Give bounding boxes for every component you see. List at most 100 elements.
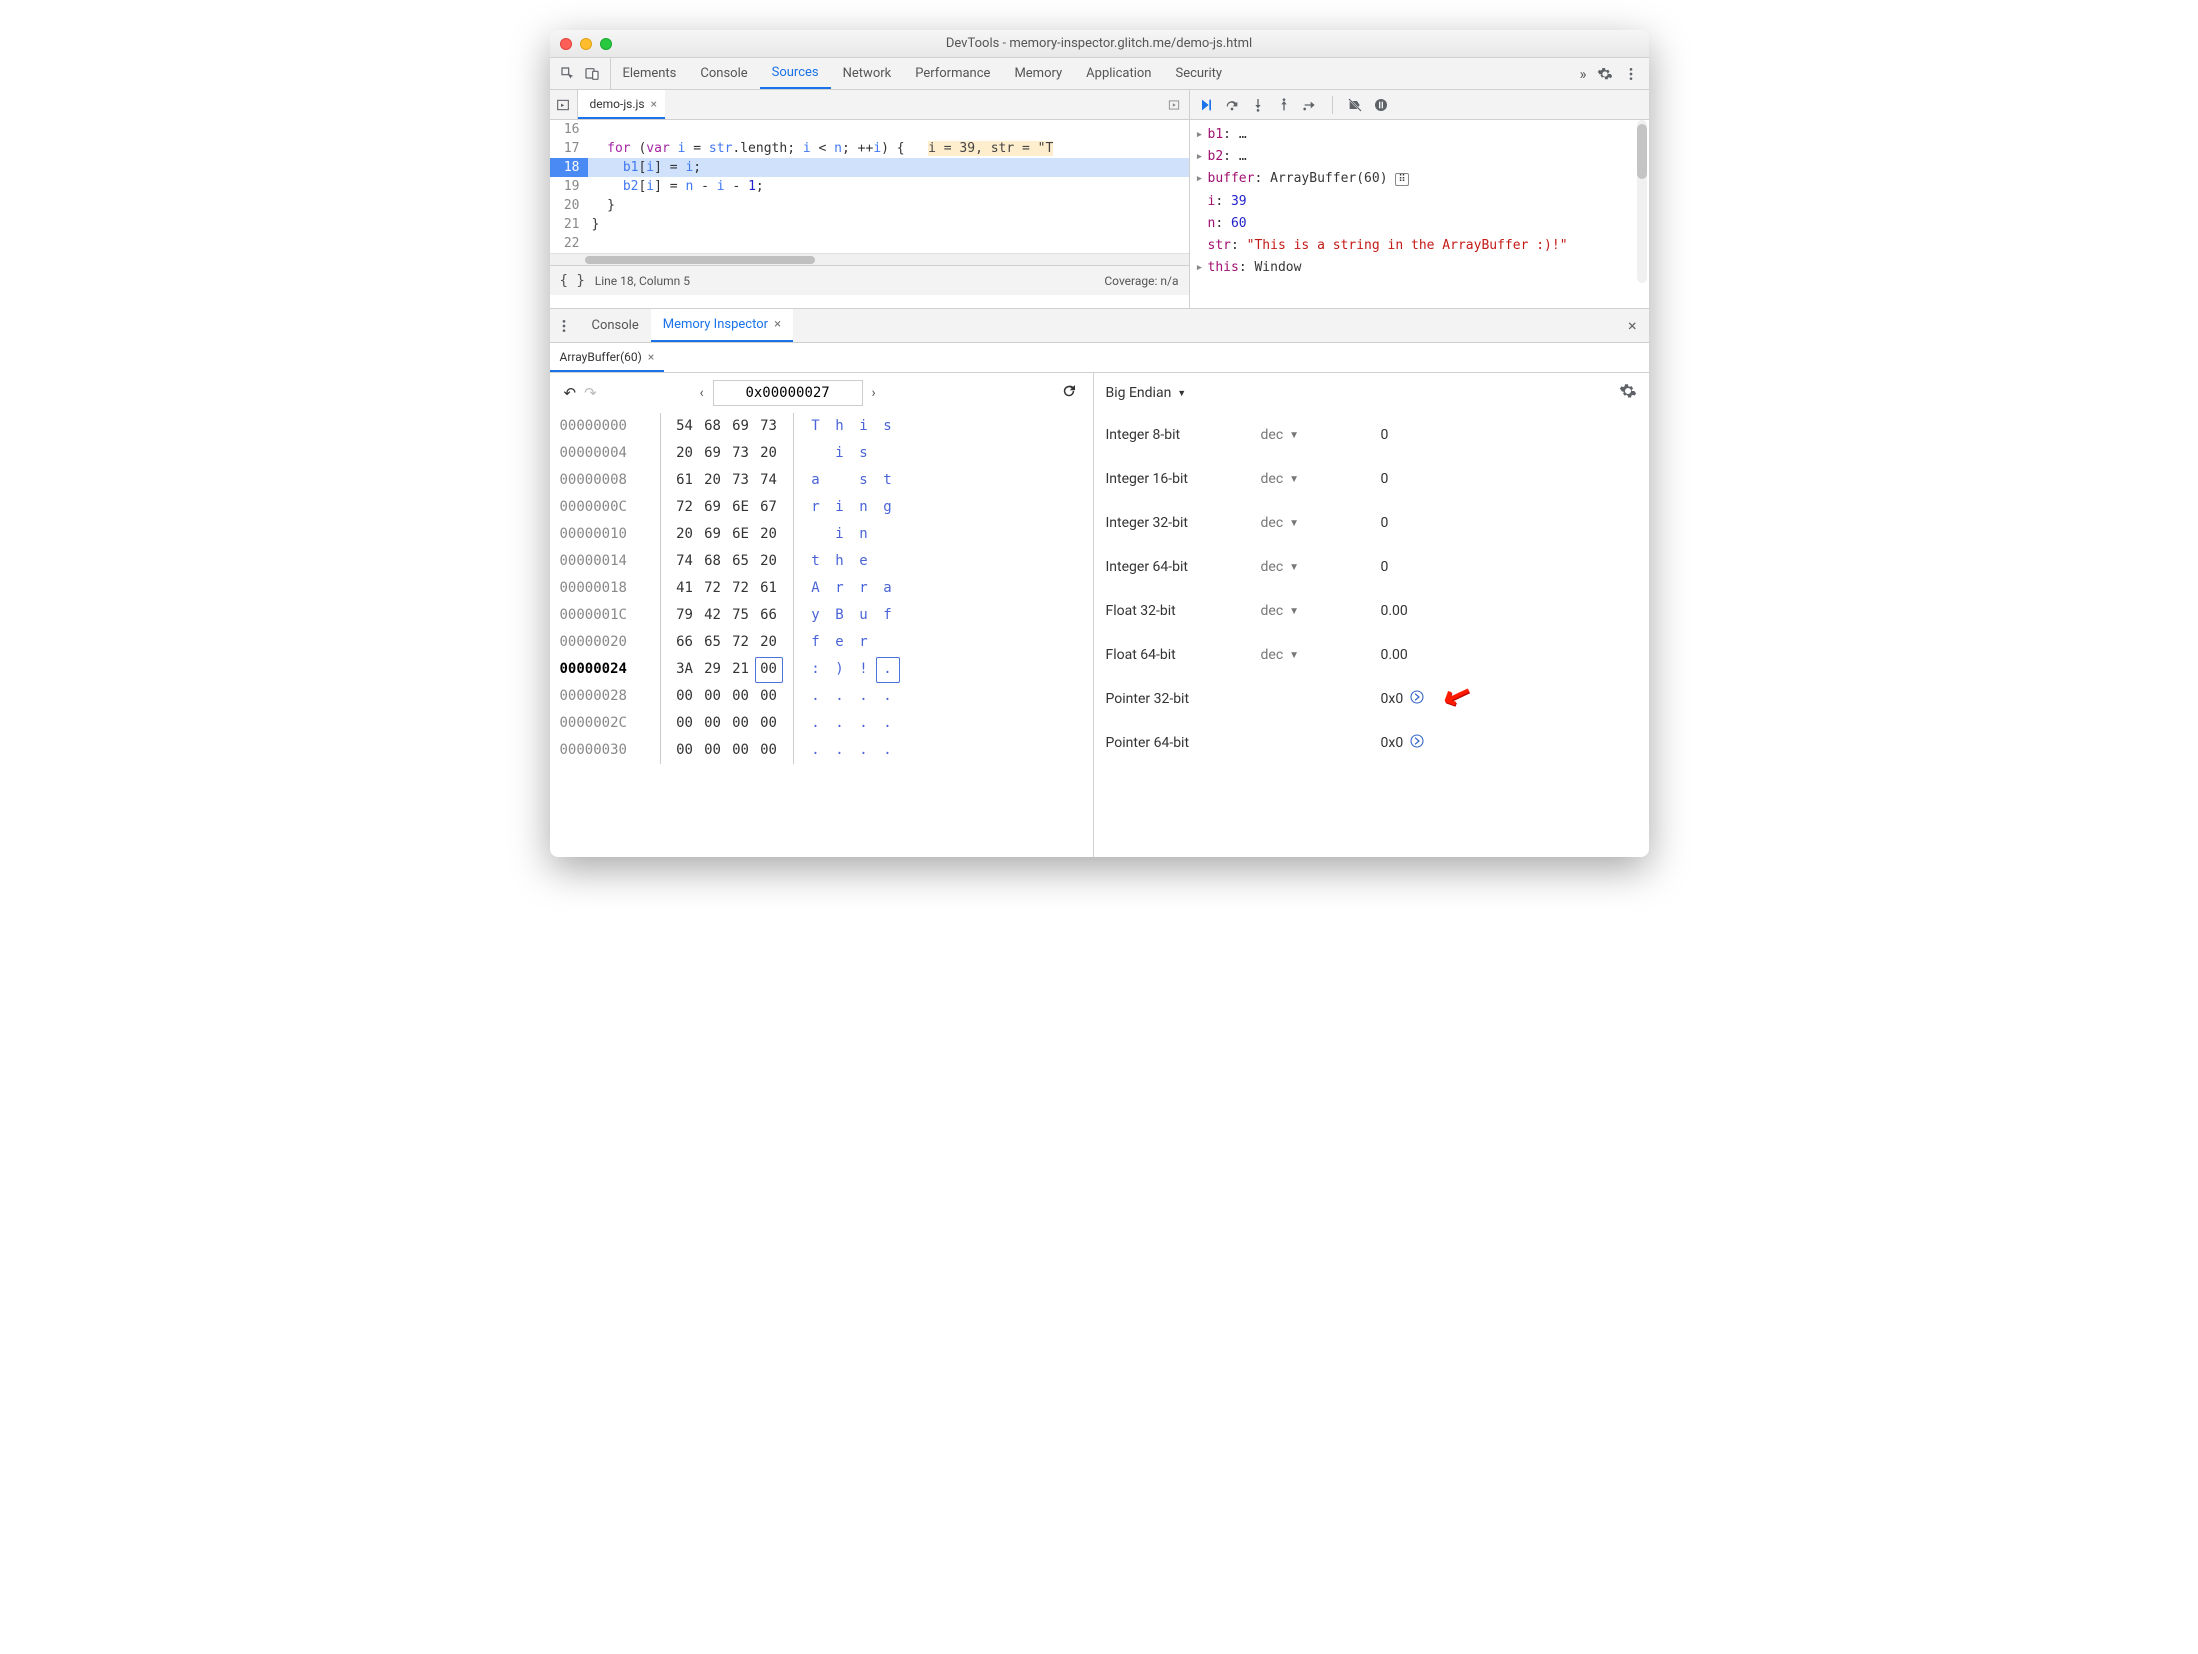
ascii-byte[interactable]: h [828,548,852,575]
run-snippet-icon[interactable] [1159,98,1189,112]
navigator-toggle-icon[interactable] [550,90,578,119]
ascii-byte[interactable]: ! [852,656,876,683]
inspect-icon[interactable] [560,66,576,82]
gutter-line[interactable]: 22 [550,234,588,253]
hex-byte[interactable]: 54 [671,413,699,440]
hex-byte[interactable]: 20 [755,629,783,656]
ascii-byte[interactable] [876,548,900,575]
pause-exceptions-icon[interactable] [1373,97,1389,113]
pretty-print-icon[interactable]: { } [560,273,585,289]
code-line[interactable]: } [588,196,1189,215]
endianness-select[interactable]: Big Endian ▼ [1106,385,1187,401]
hex-byte[interactable]: 00 [727,737,755,764]
ascii-byte[interactable]: a [876,575,900,602]
hex-byte[interactable]: 69 [727,413,755,440]
hex-byte[interactable]: 73 [727,467,755,494]
hex-byte[interactable]: 61 [671,467,699,494]
reveal-in-memory-inspector-icon[interactable]: ⠿ [1395,173,1408,186]
ascii-byte[interactable]: ) [828,656,852,683]
gutter-line[interactable]: 19 [550,177,588,196]
ascii-byte[interactable]: . [828,683,852,710]
ascii-byte[interactable]: . [852,710,876,737]
scope-var[interactable]: str: "This is a string in the ArrayBuffe… [1196,235,1645,257]
hex-byte[interactable]: 00 [671,683,699,710]
gutter-line[interactable]: 17 [550,139,588,158]
code-line[interactable]: for (var i = str.length; i < n; ++i) { i… [588,139,1189,158]
ascii-byte[interactable]: e [852,548,876,575]
hex-byte[interactable]: 74 [755,467,783,494]
hex-byte[interactable]: 72 [727,629,755,656]
value-mode-select[interactable]: dec▼ [1261,603,1381,619]
kebab-icon[interactable] [1623,66,1639,82]
jump-to-address-icon[interactable] [1409,733,1425,753]
ascii-byte[interactable]: i [828,494,852,521]
hex-byte[interactable]: 42 [699,602,727,629]
hex-byte[interactable]: 61 [755,575,783,602]
hex-byte[interactable]: 21 [727,656,755,683]
panel-tab-memory[interactable]: Memory [1002,58,1074,89]
panel-tab-sources[interactable]: Sources [760,58,831,89]
hex-byte[interactable]: 00 [727,683,755,710]
value-mode-select[interactable]: dec▼ [1261,427,1381,443]
ascii-byte[interactable]: u [852,602,876,629]
address-input[interactable] [713,380,863,406]
refresh-icon[interactable] [1060,382,1078,404]
scope-var[interactable]: ▸buffer: ArrayBuffer(60) ⠿ [1196,168,1645,191]
hex-byte[interactable]: 79 [671,602,699,629]
ascii-byte[interactable]: . [804,737,828,764]
ascii-byte[interactable]: s [852,440,876,467]
ascii-byte[interactable]: . [876,710,900,737]
hex-byte[interactable]: 20 [671,521,699,548]
ascii-byte[interactable]: B [828,602,852,629]
prev-page-icon[interactable]: ‹ [691,385,713,401]
hex-byte[interactable]: 6E [727,521,755,548]
hex-row[interactable]: 0000003000000000.... [560,737,1083,764]
jump-to-address-icon[interactable] [1409,689,1425,709]
ascii-byte[interactable]: i [828,440,852,467]
hex-byte[interactable]: 6E [727,494,755,521]
file-tab[interactable]: demo-js.js × [578,90,666,119]
hex-byte[interactable]: 29 [699,656,727,683]
history-fwd-icon[interactable]: ↷ [584,384,597,402]
ascii-byte[interactable]: A [804,575,828,602]
ascii-byte[interactable]: e [828,629,852,656]
close-icon[interactable]: × [774,317,781,332]
ascii-byte[interactable]: . [876,737,900,764]
code-line[interactable]: b1[i] = i; [588,158,1189,177]
device-icon[interactable] [584,66,600,82]
ascii-byte[interactable]: f [876,602,900,629]
ascii-byte[interactable]: i [852,413,876,440]
ascii-byte[interactable]: t [876,467,900,494]
settings-icon[interactable] [1619,382,1637,404]
gutter-line[interactable]: 18 [550,158,588,177]
ascii-byte[interactable] [804,440,828,467]
hex-byte[interactable]: 73 [727,440,755,467]
hex-byte[interactable]: 69 [699,494,727,521]
ascii-byte[interactable]: T [804,413,828,440]
hex-byte[interactable]: 00 [699,710,727,737]
hex-byte[interactable]: 00 [755,710,783,737]
scope-var[interactable]: ▸this: Window [1196,257,1645,279]
step-out-icon[interactable] [1276,97,1292,113]
hex-byte[interactable]: 65 [699,629,727,656]
hex-byte[interactable]: 41 [671,575,699,602]
history-back-icon[interactable]: ↶ [564,384,577,402]
hex-row[interactable]: 0000000C72696E67ring [560,494,1083,521]
ascii-byte[interactable] [828,467,852,494]
ascii-byte[interactable]: . [804,710,828,737]
hex-byte[interactable]: 74 [671,548,699,575]
scope-var[interactable]: n: 60 [1196,213,1645,235]
ascii-byte[interactable]: a [804,467,828,494]
hex-row[interactable]: 0000002066657220fer [560,629,1083,656]
ascii-byte[interactable]: t [804,548,828,575]
value-mode-select[interactable]: dec▼ [1261,515,1381,531]
gutter-line[interactable]: 16 [550,120,588,139]
ascii-byte[interactable]: y [804,602,828,629]
ascii-byte[interactable]: h [828,413,852,440]
panel-tab-elements[interactable]: Elements [611,58,689,89]
panel-tab-performance[interactable]: Performance [903,58,1002,89]
hex-byte[interactable]: 66 [755,602,783,629]
ascii-byte[interactable] [876,521,900,548]
hex-byte[interactable]: 20 [671,440,699,467]
vertical-scrollbar[interactable] [1635,120,1649,283]
